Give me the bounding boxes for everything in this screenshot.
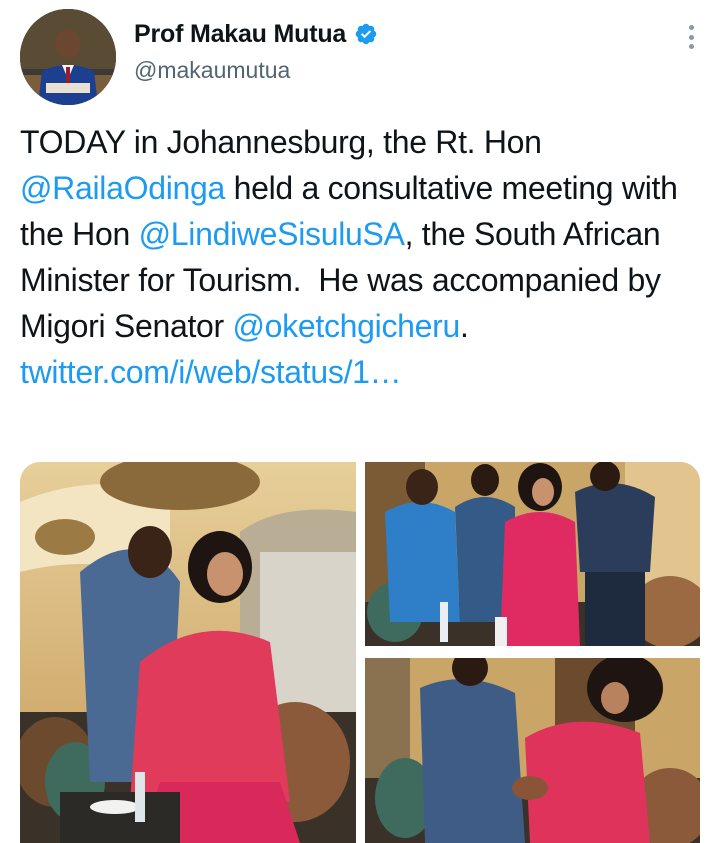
author-avatar[interactable] — [20, 9, 116, 105]
verified-badge-icon — [354, 22, 378, 46]
author-handle[interactable]: @makaumutua — [134, 57, 378, 84]
tweet-text-segment: TODAY in Johannesburg, the Rt. Hon — [20, 124, 551, 160]
more-dot — [688, 44, 694, 49]
author-info: Prof Makau Mutua @makaumutua — [134, 17, 378, 84]
author-display-name[interactable]: Prof Makau Mutua — [134, 20, 346, 49]
mention-link[interactable]: @LindiweSisuluSA — [139, 216, 405, 252]
tweet-text: TODAY in Johannesburg, the Rt. Hon @Rail… — [20, 119, 710, 395]
photo-2[interactable] — [365, 462, 700, 646]
photo-3[interactable] — [365, 658, 700, 843]
media-grid — [20, 462, 700, 843]
more-dot — [688, 25, 694, 30]
tweet-text-segment: . — [460, 308, 478, 344]
mention-link[interactable]: @oketchgicheru — [233, 308, 461, 344]
more-options-icon[interactable] — [684, 22, 698, 52]
photo-1[interactable] — [20, 462, 356, 843]
mention-link[interactable]: @RailaOdinga — [20, 170, 225, 206]
name-row: Prof Makau Mutua — [134, 17, 378, 51]
url-link[interactable]: twitter.com/i/web/status/1… — [20, 354, 402, 390]
more-dot — [688, 34, 694, 40]
